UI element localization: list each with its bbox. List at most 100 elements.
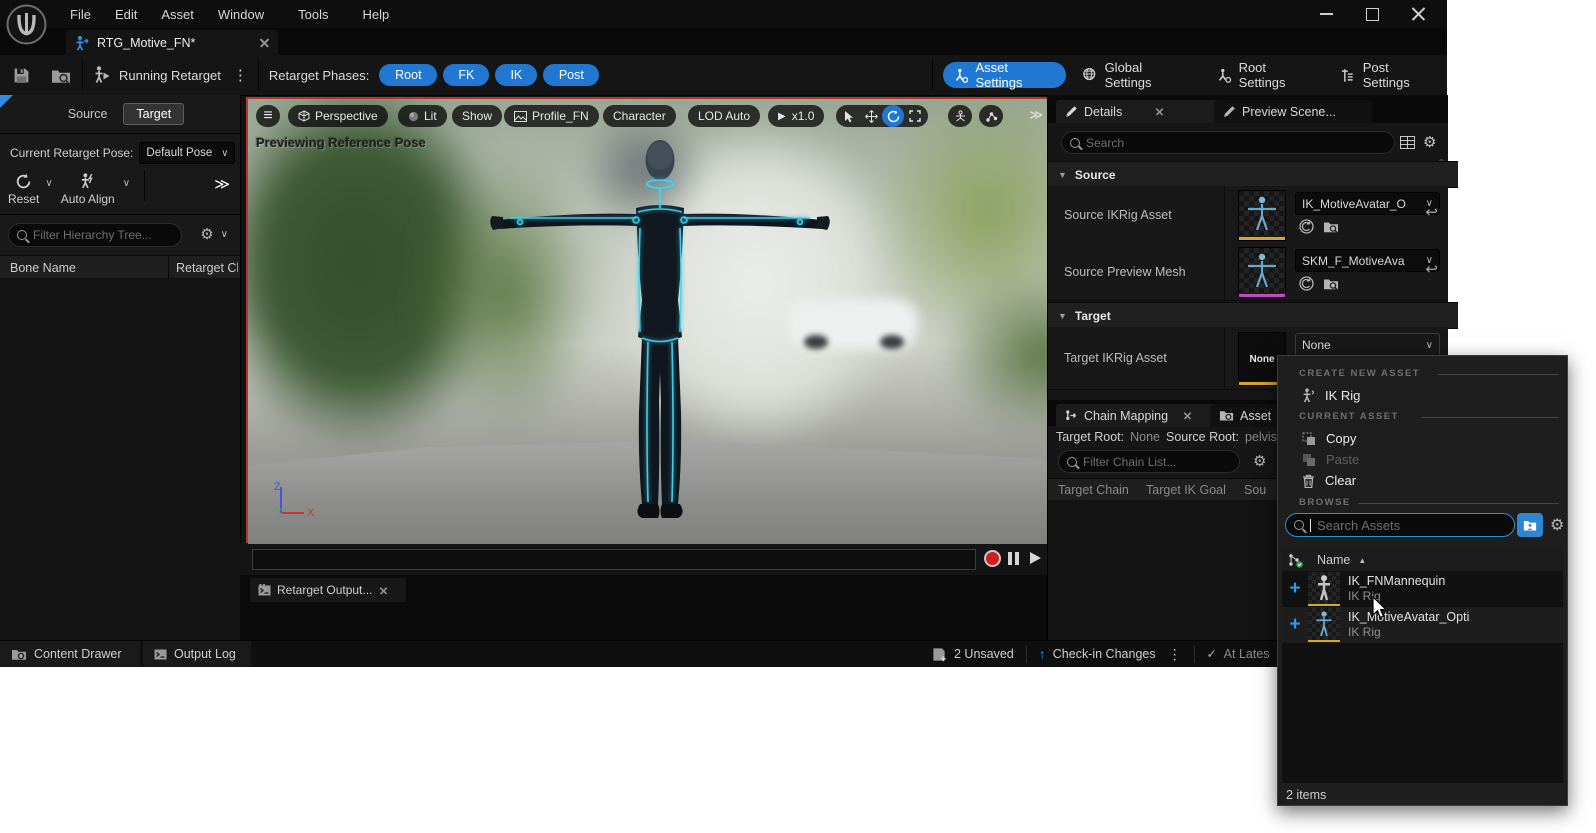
toolbar-overflow-icon[interactable]: ≫ bbox=[1029, 107, 1043, 123]
menu-item-clear[interactable]: Clear bbox=[1278, 470, 1567, 491]
move-tool-button[interactable] bbox=[860, 105, 882, 127]
auto-align-chevron-icon[interactable]: ∨ bbox=[123, 178, 130, 189]
auto-align-button[interactable]: Auto Align bbox=[61, 173, 115, 206]
retarget-output-tab[interactable]: Retarget Output... bbox=[250, 578, 406, 602]
menu-item-ik-rig[interactable]: IK Rig bbox=[1278, 385, 1567, 406]
target-chain-column[interactable]: Target Chain bbox=[1048, 483, 1146, 497]
phase-ik-button[interactable]: IK bbox=[495, 64, 537, 86]
select-tool-button[interactable] bbox=[838, 105, 860, 127]
use-selected-icon[interactable] bbox=[1299, 276, 1314, 291]
asset-folder-filter-button[interactable] bbox=[1517, 513, 1543, 537]
3d-viewport[interactable]: ≡ Perspective Lit Show Profile_FN Charac… bbox=[246, 97, 1049, 546]
add-asset-icon[interactable]: + bbox=[1282, 578, 1308, 600]
menu-edit[interactable]: Edit bbox=[103, 0, 149, 28]
chain-view-button[interactable] bbox=[979, 105, 1003, 127]
content-drawer-button[interactable]: Content Drawer bbox=[0, 641, 140, 667]
name-column-header[interactable]: Name bbox=[1317, 553, 1350, 567]
preview-scene-tab[interactable]: Preview Scene... bbox=[1214, 100, 1372, 123]
timeline-scrubber[interactable] bbox=[252, 549, 976, 570]
menu-help[interactable]: Help bbox=[350, 0, 401, 28]
target-ikrig-dropdown[interactable]: None ∨ bbox=[1295, 333, 1440, 357]
display-grid-icon[interactable] bbox=[1400, 136, 1415, 149]
asset-search-input[interactable] bbox=[1317, 518, 1506, 533]
lit-dropdown[interactable]: Lit bbox=[398, 105, 447, 127]
source-mode-tab[interactable]: Source bbox=[56, 104, 120, 124]
column-rig-check-icon[interactable] bbox=[1288, 553, 1303, 568]
details-search-input[interactable] bbox=[1086, 136, 1386, 150]
source-ikrig-dropdown[interactable]: IK_MotiveAvatar_O ∨ bbox=[1295, 192, 1440, 215]
phase-fk-button[interactable]: FK bbox=[443, 64, 489, 86]
close-button[interactable] bbox=[1399, 1, 1437, 27]
output-log-button[interactable]: Output Log bbox=[143, 641, 251, 667]
unreal-logo[interactable] bbox=[6, 4, 47, 45]
hierarchy-filter-input[interactable] bbox=[33, 228, 173, 242]
pause-button[interactable] bbox=[1008, 552, 1019, 565]
menu-tools[interactable]: Tools bbox=[286, 0, 340, 28]
menu-item-copy[interactable]: Copy bbox=[1278, 428, 1567, 449]
show-dropdown[interactable]: Show bbox=[452, 105, 502, 127]
reset-button[interactable]: Reset bbox=[8, 173, 39, 206]
perspective-dropdown[interactable]: Perspective bbox=[288, 105, 388, 127]
menu-window[interactable]: Window bbox=[206, 0, 276, 28]
filter-chevron-icon[interactable]: ∨ bbox=[221, 229, 228, 240]
menu-item-paste[interactable]: Paste bbox=[1278, 449, 1567, 470]
browse-asset-icon[interactable] bbox=[1323, 220, 1339, 234]
asset-view-gear-icon[interactable]: ⚙ bbox=[1550, 515, 1564, 535]
chain-mapping-tab[interactable]: Chain Mapping bbox=[1056, 404, 1222, 427]
retarget-output-close-icon[interactable] bbox=[379, 586, 388, 595]
asset-list-empty-area[interactable] bbox=[1282, 643, 1563, 783]
reset-property-icon[interactable]: ↩ bbox=[1425, 260, 1438, 278]
doc-tab-rtg-motive[interactable]: RTG_Motive_FN* bbox=[66, 30, 278, 55]
checkin-overflow-icon[interactable]: ⋮ bbox=[1168, 646, 1182, 663]
details-settings-gear-icon[interactable]: ⚙ bbox=[1423, 133, 1436, 151]
asset-row-fnmannequin[interactable]: + IK_FNMannequin IK Rig bbox=[1282, 571, 1563, 607]
checkin-changes-button[interactable]: ↑ Check-in Changes bbox=[1039, 646, 1156, 662]
filter-gear-icon[interactable]: ⚙ bbox=[200, 225, 213, 243]
add-asset-icon[interactable]: + bbox=[1282, 614, 1308, 636]
browse-asset-icon[interactable] bbox=[1323, 277, 1339, 291]
retarget-overflow-icon[interactable]: ⋮ bbox=[233, 66, 248, 84]
source-ikrig-thumbnail[interactable] bbox=[1238, 190, 1286, 241]
chain-settings-gear-icon[interactable]: ⚙ bbox=[1253, 452, 1266, 470]
source-section-header[interactable]: ▼ Source bbox=[1048, 161, 1458, 188]
focus-skeleton-button[interactable] bbox=[948, 105, 972, 127]
record-button[interactable] bbox=[984, 550, 1001, 567]
unsaved-button[interactable]: 2 Unsaved bbox=[932, 647, 1014, 662]
save-button[interactable] bbox=[10, 64, 32, 86]
preview-character[interactable] bbox=[490, 132, 830, 532]
maximize-button[interactable] bbox=[1353, 1, 1391, 27]
global-settings-button[interactable]: Global Settings bbox=[1072, 62, 1200, 88]
menu-file[interactable]: File bbox=[58, 0, 103, 28]
retarget-chain-column[interactable]: Retarget Cl bbox=[176, 261, 238, 275]
details-tab-close-icon[interactable] bbox=[1155, 107, 1164, 116]
expand-toolbar-icon[interactable]: ≫ bbox=[214, 175, 230, 193]
menu-asset[interactable]: Asset bbox=[149, 0, 206, 28]
running-retarget-button[interactable]: Running Retarget bbox=[93, 65, 221, 85]
phase-post-button[interactable]: Post bbox=[543, 64, 599, 86]
reset-chevron-icon[interactable]: ∨ bbox=[45, 178, 52, 189]
target-mode-tab[interactable]: Target bbox=[123, 103, 184, 125]
at-latest-button[interactable]: ✓ At Lates bbox=[1207, 647, 1281, 661]
viewport-menu-button[interactable]: ≡ bbox=[256, 105, 280, 127]
play-button[interactable] bbox=[1030, 552, 1041, 564]
reset-property-icon[interactable]: ↩ bbox=[1425, 203, 1438, 221]
asset-settings-button[interactable]: Asset Settings bbox=[943, 62, 1066, 88]
scale-tool-button[interactable] bbox=[904, 105, 926, 127]
target-section-header[interactable]: ▼ Target bbox=[1048, 302, 1458, 329]
target-ik-goal-column[interactable]: Target IK Goal bbox=[1146, 483, 1244, 497]
details-tab[interactable]: Details bbox=[1056, 100, 1224, 123]
lod-dropdown[interactable]: LOD Auto bbox=[688, 105, 760, 127]
use-selected-icon[interactable] bbox=[1299, 219, 1314, 234]
asset-row-motiveavatar[interactable]: + IK_MotiveAvatar_Opti IK Rig bbox=[1282, 607, 1563, 643]
doc-tab-close-icon[interactable] bbox=[259, 37, 270, 48]
bone-tree-area[interactable] bbox=[0, 278, 240, 640]
character-dropdown[interactable]: Character bbox=[603, 105, 676, 127]
phase-root-button[interactable]: Root bbox=[379, 64, 437, 86]
source-preview-mesh-dropdown[interactable]: SKM_F_MotiveAva ∨ bbox=[1295, 249, 1440, 272]
source-chain-column[interactable]: Sou bbox=[1244, 483, 1266, 497]
post-settings-button[interactable]: Post Settings bbox=[1330, 62, 1447, 88]
root-settings-button[interactable]: Root Settings bbox=[1206, 62, 1324, 88]
browse-to-asset-button[interactable] bbox=[50, 64, 72, 86]
pose-dropdown[interactable]: Default Pose ∨ bbox=[139, 142, 235, 164]
source-preview-mesh-thumbnail[interactable] bbox=[1238, 247, 1286, 298]
